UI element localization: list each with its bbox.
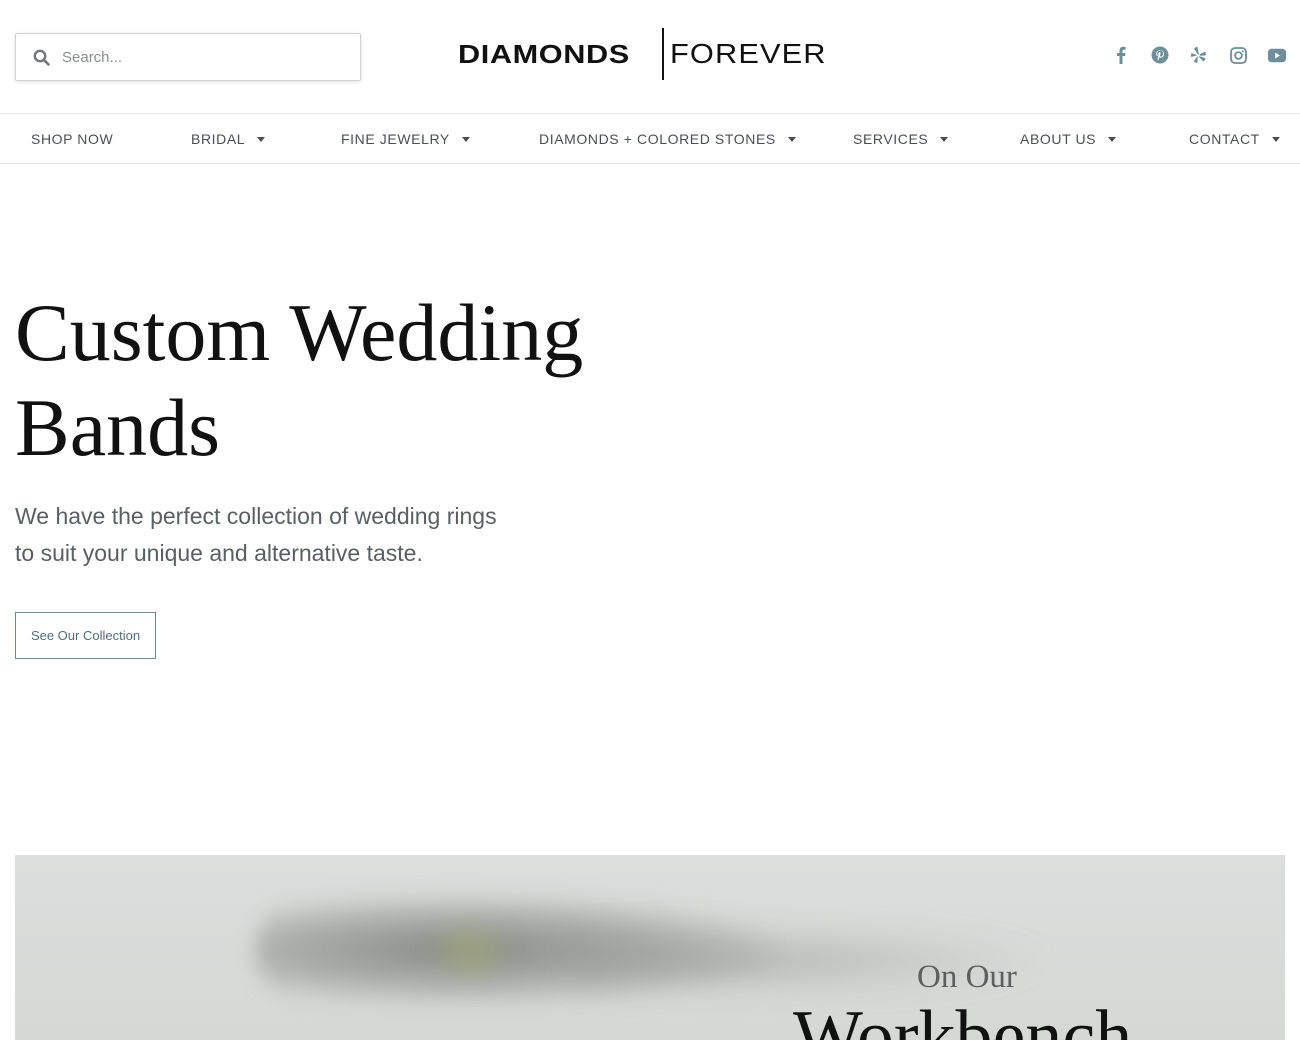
banner-pre-title: On Our [917, 959, 1017, 995]
nav-item-services[interactable]: SERVICES [853, 114, 949, 164]
instagram-icon[interactable] [1229, 46, 1247, 64]
nav-item-label: ABOUT US [1020, 131, 1097, 147]
yelp-icon[interactable] [1190, 46, 1208, 64]
logo-thin-text: FOREVER [670, 38, 827, 69]
social-links [1112, 46, 1286, 64]
banner-title: Workbench [793, 996, 1133, 1040]
nav-item-shop-now[interactable]: SHOP NOW [31, 114, 113, 164]
caret-down-icon [257, 137, 266, 142]
search-input[interactable] [62, 48, 322, 66]
nav-item-label: FINE JEWELRY [341, 131, 450, 147]
pinterest-icon[interactable] [1151, 46, 1169, 64]
hero-subtitle-line-2: to suit your unique and alternative tast… [15, 540, 423, 566]
caret-down-icon [940, 137, 949, 142]
nav-item-about-us[interactable]: ABOUT US [1020, 114, 1117, 164]
caret-down-icon [1271, 137, 1280, 142]
hero-subtitle-line-1: We have the perfect collection of weddin… [15, 503, 497, 529]
nav-item-bridal[interactable]: BRIDAL [191, 114, 266, 164]
youtube-icon[interactable] [1268, 46, 1286, 64]
nav-item-label: BRIDAL [191, 131, 246, 147]
hero-title: Custom Wedding Bands [15, 285, 655, 475]
caret-down-icon [1108, 137, 1117, 142]
caret-down-icon [787, 137, 796, 142]
search-icon [32, 48, 50, 66]
facebook-icon[interactable] [1112, 46, 1130, 64]
nav-item-label: CONTACT [1189, 131, 1260, 147]
logo-bold-text: DIAMONDS [458, 38, 630, 69]
nav-item-contact[interactable]: CONTACT [1189, 114, 1280, 164]
main-nav: SHOP NOW BRIDAL FINE JEWELRY DIAMONDS + … [0, 114, 1300, 164]
caret-down-icon [461, 137, 470, 142]
nav-item-diamonds-colored-stones[interactable]: DIAMONDS + COLORED STONES [539, 114, 796, 164]
banner-background-tint [425, 915, 515, 985]
nav-item-label: DIAMONDS + COLORED STONES [539, 131, 776, 147]
nav-item-label: SHOP NOW [31, 131, 114, 147]
site-logo[interactable]: DIAMONDS FOREVER [458, 28, 825, 80]
nav-item-label: SERVICES [853, 131, 929, 147]
hero-title-line-1: Custom Wedding [15, 287, 584, 378]
search-box[interactable] [15, 33, 361, 81]
hero-title-line-2: Bands [15, 382, 220, 473]
site-header: DIAMONDS FOREVER [0, 0, 1300, 114]
workbench-banner: On Our Workbench [15, 855, 1285, 1040]
see-collection-button[interactable]: See Our Collection [15, 612, 156, 659]
hero-subtitle: We have the perfect collection of weddin… [15, 498, 575, 572]
nav-item-fine-jewelry[interactable]: FINE JEWELRY [341, 114, 470, 164]
